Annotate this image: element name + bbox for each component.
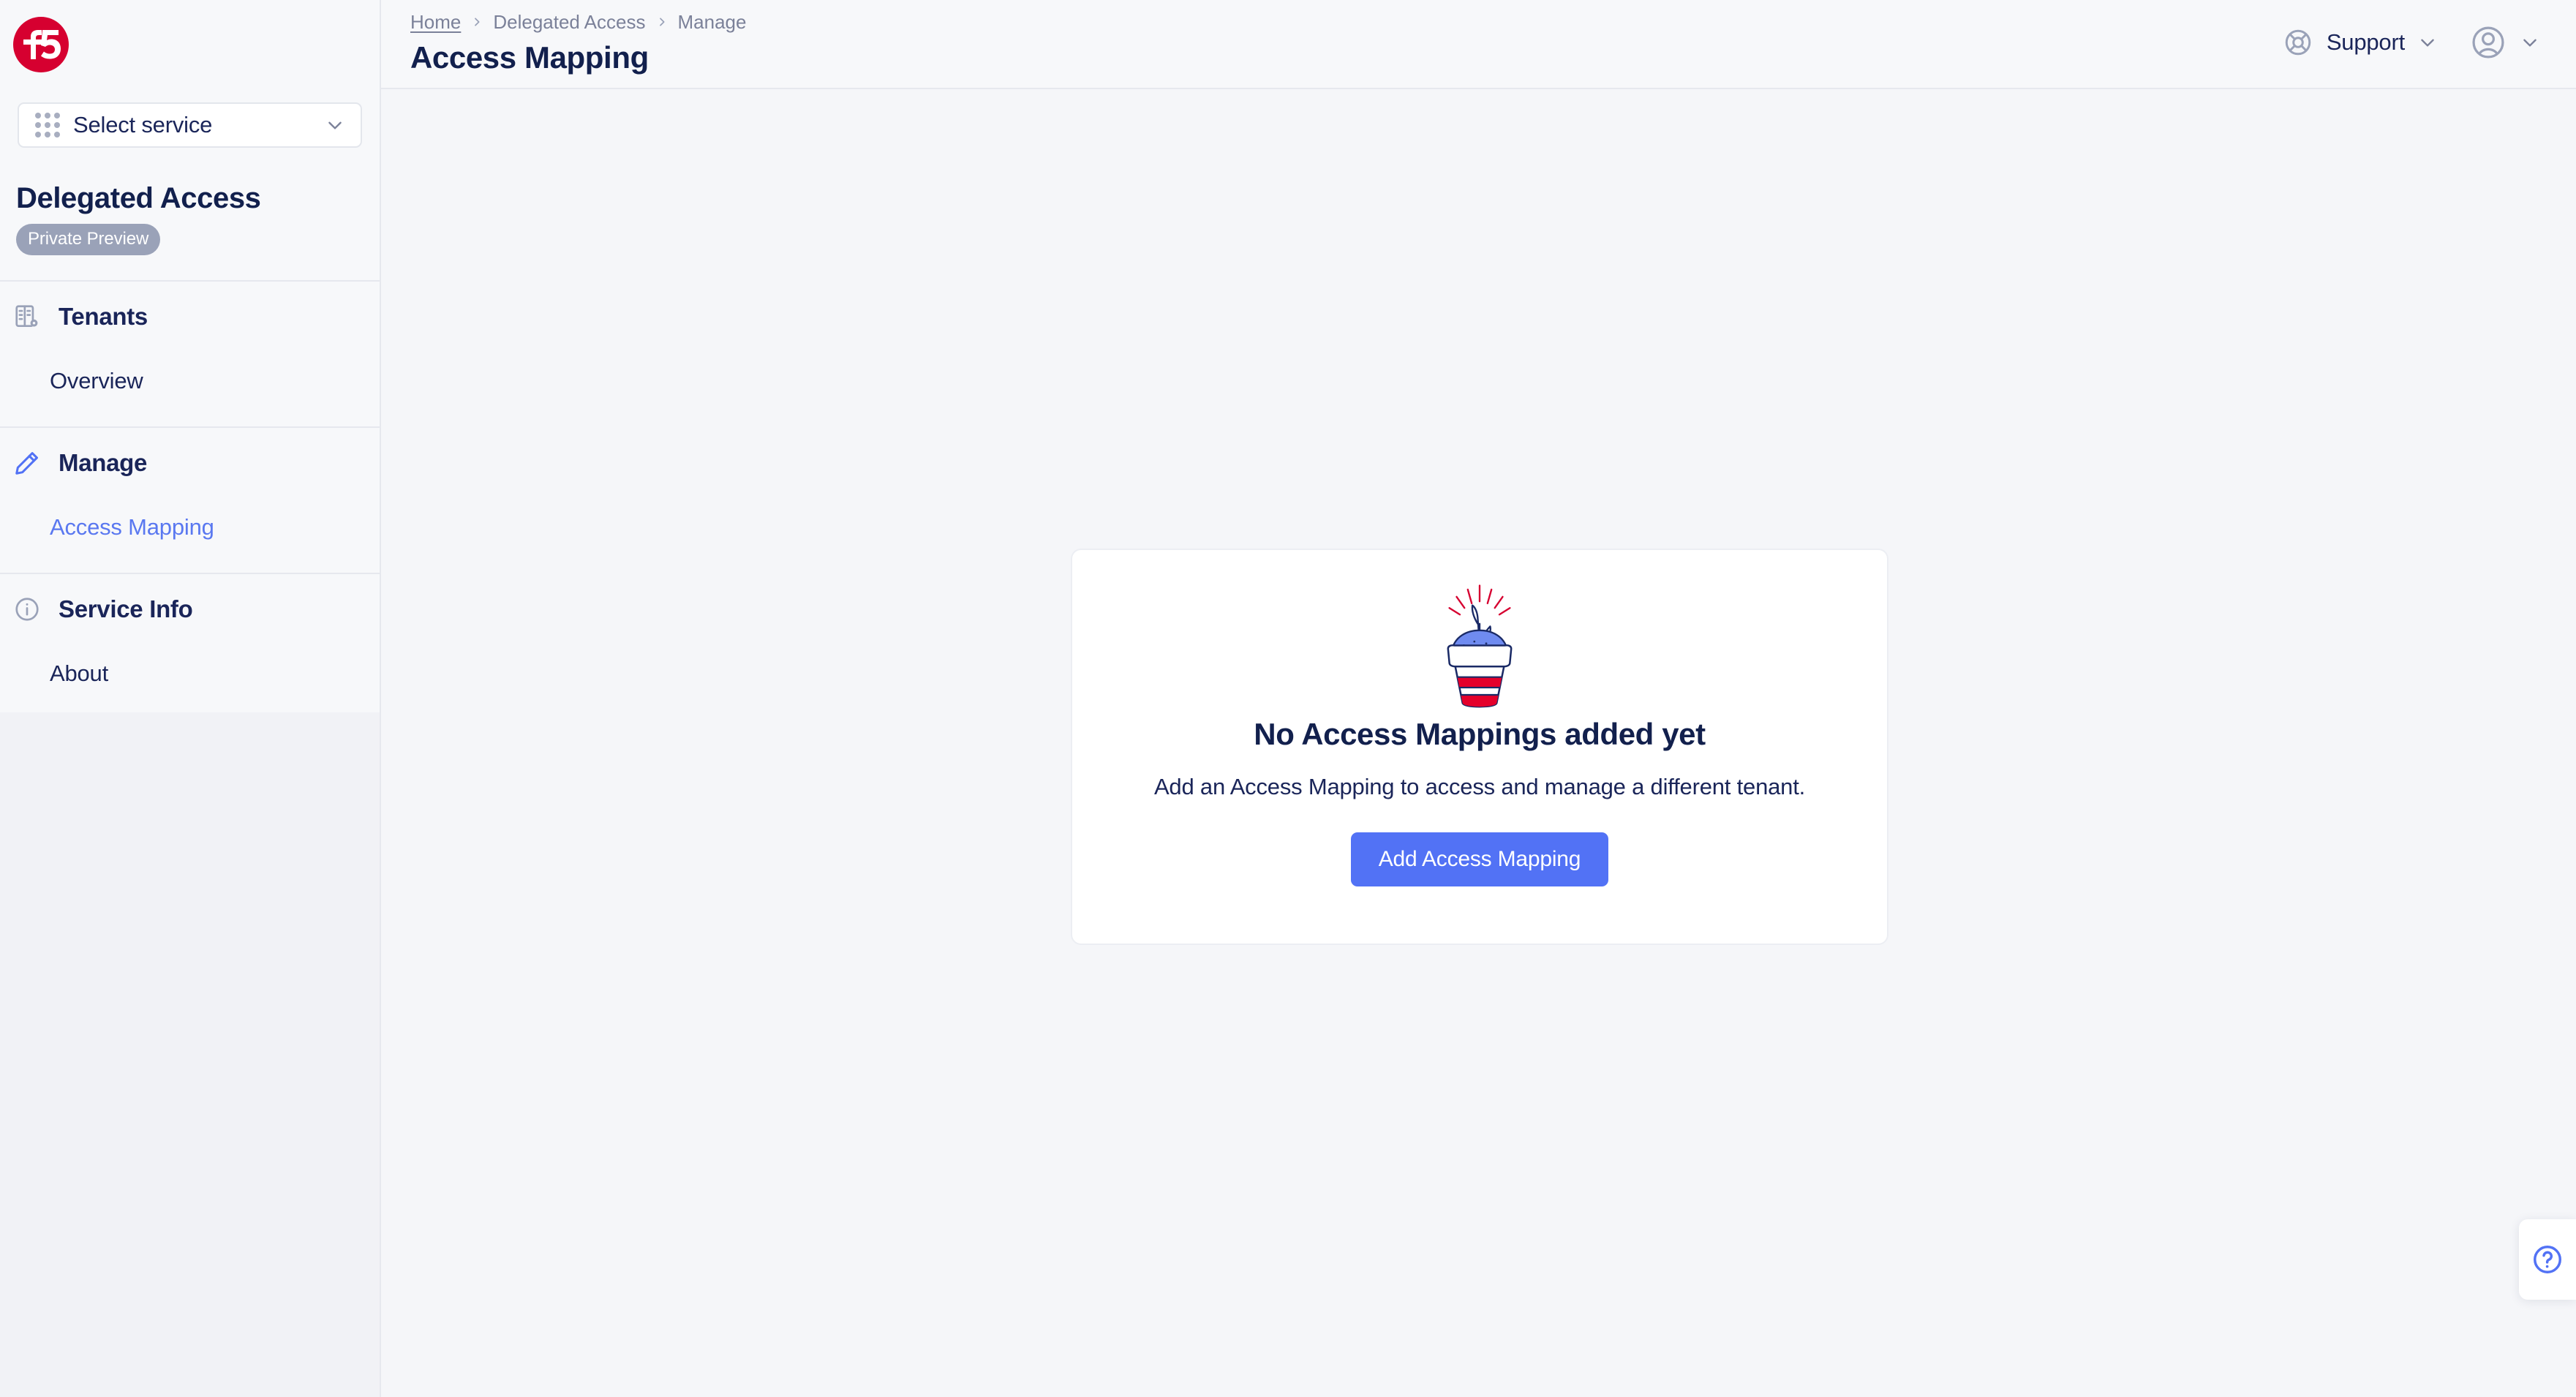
- breadcrumb-item-delegated-access[interactable]: Delegated Access: [493, 11, 645, 34]
- select-service-label: Select service: [73, 112, 213, 138]
- f5-logo[interactable]: [13, 17, 69, 72]
- empty-state-title: No Access Mappings added yet: [1254, 717, 1706, 751]
- pot-rim: [1447, 644, 1513, 668]
- empty-state-card: No Access Mappings added yet Add an Acce…: [1071, 549, 1888, 945]
- sidebar-item-about[interactable]: About: [0, 644, 380, 703]
- user-avatar-icon: [2469, 23, 2507, 61]
- account-menu-button[interactable]: [2469, 23, 2539, 61]
- breadcrumb-item-home[interactable]: Home: [410, 11, 461, 34]
- help-dock-button[interactable]: [2519, 1219, 2576, 1300]
- info-circle-icon: [10, 592, 44, 626]
- sidebar-lower-background: [0, 712, 380, 1397]
- sidebar-item-overview[interactable]: Overview: [0, 352, 380, 410]
- app-root: Select service Delegated Access Private …: [0, 0, 2576, 1397]
- sidebar: Select service Delegated Access Private …: [0, 0, 381, 1397]
- main-area: Home Delegated Access Manage Access Mapp…: [381, 0, 2576, 1397]
- chevron-right-icon: [656, 16, 668, 28]
- private-preview-badge: Private Preview: [16, 224, 161, 255]
- product-title: Delegated Access: [16, 182, 261, 214]
- chevron-down-icon: [2520, 33, 2539, 52]
- service-selector-wrap: Select service: [0, 89, 380, 148]
- add-access-mapping-button[interactable]: Add Access Mapping: [1350, 832, 1609, 886]
- support-label: Support: [2326, 29, 2405, 55]
- breadcrumb-item-manage: Manage: [677, 10, 747, 33]
- nav-group-tenants-label: Tenants: [59, 303, 148, 330]
- nav-group-tenants[interactable]: Tenants: [0, 282, 380, 352]
- pencil-icon: [10, 446, 44, 480]
- nav-group-service-info-label: Service Info: [59, 595, 193, 622]
- chevron-down-icon: [325, 116, 344, 135]
- topbar-right: Support: [2283, 0, 2539, 80]
- nav-section-tenants: Tenants Overview: [0, 282, 380, 426]
- nav-group-manage[interactable]: Manage: [0, 428, 380, 498]
- nav-section-service-info: Service Info About: [0, 574, 380, 719]
- grid-dots-icon: [35, 113, 60, 138]
- breadcrumb: Home Delegated Access Manage: [410, 9, 746, 35]
- nav-section-manage: Manage Access Mapping: [0, 428, 380, 573]
- flower-pot-seedling-illustration: [1414, 576, 1545, 708]
- tenants-building-icon: [10, 300, 44, 334]
- topbar: Home Delegated Access Manage Access Mapp…: [381, 0, 2576, 89]
- lifebuoy-icon: [2283, 27, 2313, 58]
- logo-area: [0, 0, 380, 89]
- chevron-right-icon: [471, 16, 483, 28]
- nav-top-spacer: [0, 255, 380, 280]
- chevron-down-icon: [2418, 33, 2437, 52]
- empty-state-description: Add an Access Mapping to access and mana…: [1153, 774, 1806, 799]
- select-service-dropdown[interactable]: Select service: [18, 102, 362, 148]
- question-mark-circle-icon: [2531, 1243, 2564, 1276]
- nav-group-service-info[interactable]: Service Info: [0, 574, 380, 644]
- topbar-left: Home Delegated Access Manage Access Mapp…: [410, 0, 746, 75]
- sidebar-item-access-mapping[interactable]: Access Mapping: [0, 498, 380, 557]
- support-menu-button[interactable]: Support: [2283, 27, 2437, 58]
- nav-group-manage-label: Manage: [59, 449, 148, 476]
- content-area: No Access Mappings added yet Add an Acce…: [381, 89, 2576, 1397]
- page-title: Access Mapping: [410, 40, 649, 75]
- product-block: Delegated Access Private Preview: [0, 148, 380, 255]
